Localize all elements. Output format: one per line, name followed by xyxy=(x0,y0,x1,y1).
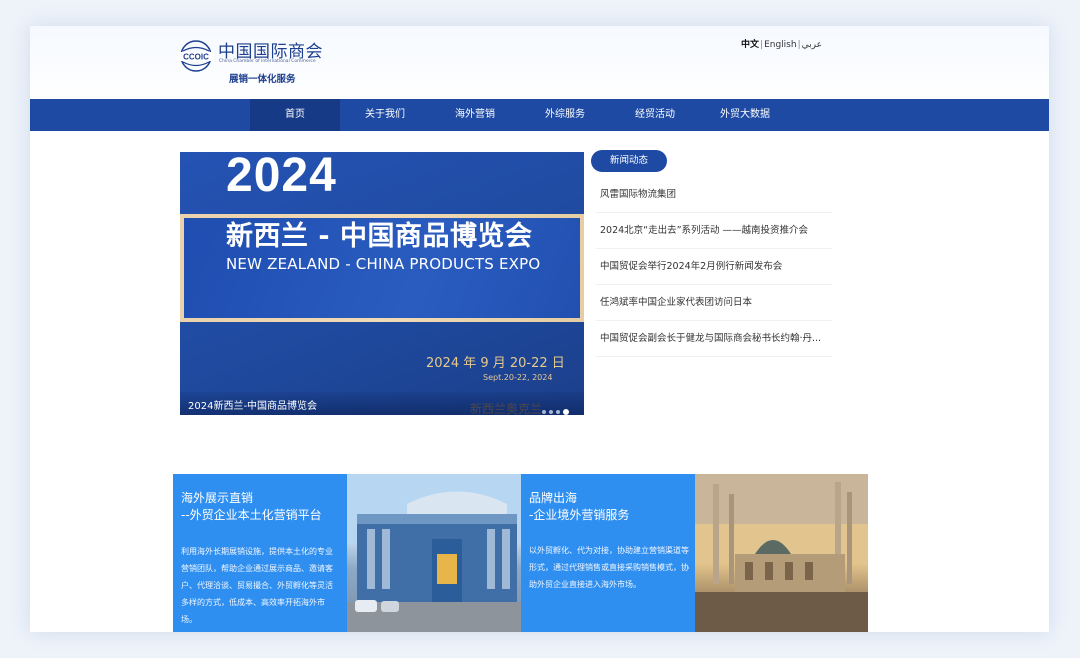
main-nav: 首页 关于我们 海外营销 外综服务 经贸活动 外贸大数据 xyxy=(30,99,1049,131)
logo-english-name: China Chamber of International Commerce xyxy=(219,59,316,64)
svg-text:CCOIC: CCOIC xyxy=(183,53,209,62)
banner-carousel[interactable]: 2024 新西兰 - 中国商品博览会 NEW ZEALAND - CHINA P… xyxy=(180,152,584,415)
news-item[interactable]: 风雷国际物流集团 xyxy=(596,177,832,213)
ccoic-emblem-icon: CCOIC xyxy=(178,40,214,72)
lang-separator: | xyxy=(797,40,801,50)
panel-title-line1: 品牌出海 xyxy=(529,491,578,505)
banner-title-chinese: 新西兰 - 中国商品博览会 xyxy=(226,221,533,252)
exhibition-building-image xyxy=(347,474,521,632)
news-item[interactable]: 中国贸促会举行2024年2月例行新闻发布会 xyxy=(596,249,832,285)
logo-tagline: 展销一体化服务 xyxy=(229,74,296,85)
nav-item-home[interactable]: 首页 xyxy=(250,99,340,131)
nav-item-trade-events[interactable]: 经贸活动 xyxy=(610,99,700,131)
news-list: 风雷国际物流集团 2024北京“走出去”系列活动 ——越南投资推介会 中国贸促会… xyxy=(596,177,832,357)
lang-arabic-link[interactable]: عربي xyxy=(802,40,822,50)
mosque-image xyxy=(695,474,868,632)
panel-title-line1: 海外展示直销 xyxy=(181,491,254,505)
nav-item-trade-services[interactable]: 外综服务 xyxy=(520,99,610,131)
brand-overseas-photo xyxy=(695,474,868,632)
site-logo[interactable]: CCOIC 中国国际商会 China Chamber of Internatio… xyxy=(178,34,323,94)
banner-date-english: Sept.20-22, 2024 xyxy=(483,373,553,382)
site-header: CCOIC 中国国际商会 China Chamber of Internatio… xyxy=(30,26,1049,99)
banner-title-english: NEW ZEALAND - CHINA PRODUCTS EXPO xyxy=(226,255,541,273)
panel-description: 以外贸孵化、代为对接，协助建立营销渠道等形式，通过代理销售或直接采购销售模式，协… xyxy=(529,546,689,589)
news-item[interactable]: 任鸿斌率中国企业家代表团访问日本 xyxy=(596,285,832,321)
carousel-dot[interactable] xyxy=(556,409,560,414)
browser-page: CCOIC 中国国际商会 China Chamber of Internatio… xyxy=(30,26,1049,632)
news-item[interactable]: 中国贸促会副会长于健龙与国际商会秘书长约翰·丹... xyxy=(596,321,832,357)
news-tab[interactable]: 新闻动态 xyxy=(591,150,667,172)
nav-item-about[interactable]: 关于我们 xyxy=(340,99,430,131)
carousel-dot[interactable] xyxy=(549,409,553,414)
banner-date-chinese: 2024 年 9 月 20-22 日 xyxy=(426,356,565,371)
panel-description: 利用海外长期展销设施，提供本土化的专业营销团队，帮助企业通过展示商品、邀请客户、… xyxy=(181,547,333,624)
language-switcher: 中文|English|عربي xyxy=(741,37,822,50)
banner-year: 2024 xyxy=(226,152,337,202)
carousel-dot[interactable] xyxy=(542,409,546,414)
lang-separator: | xyxy=(760,40,764,50)
banner-watermark: 新西兰奥克兰 xyxy=(470,402,543,415)
news-item[interactable]: 2024北京“走出去”系列活动 ——越南投资推介会 xyxy=(596,213,832,249)
panel-title: 品牌出海 -企业境外营销服务 xyxy=(529,490,629,524)
nav-item-trade-big-data[interactable]: 外贸大数据 xyxy=(700,99,790,131)
lang-english-link[interactable]: English xyxy=(764,40,797,50)
service-panel-brand-going-global[interactable]: 品牌出海 -企业境外营销服务 以外贸孵化、代为对接，协助建立营销渠道等形式，通过… xyxy=(521,474,695,632)
panel-title: 海外展示直销 --外贸企业本土化营销平台 xyxy=(181,490,322,524)
carousel-dot-active[interactable] xyxy=(563,408,569,415)
banner-caption[interactable]: 2024新西兰-中国商品博览会 xyxy=(188,397,317,412)
lang-chinese-link[interactable]: 中文 xyxy=(741,40,759,50)
carousel-dots xyxy=(542,401,572,415)
nav-item-overseas-marketing[interactable]: 海外营销 xyxy=(430,99,520,131)
service-panel-overseas-display[interactable]: 海外展示直销 --外贸企业本土化营销平台 利用海外长期展销设施，提供本土化的专业… xyxy=(173,474,347,632)
panel-title-line2: -企业境外营销服务 xyxy=(529,508,630,522)
panel-title-line2: --外贸企业本土化营销平台 xyxy=(181,508,322,522)
overseas-exhibition-photo xyxy=(347,474,521,632)
